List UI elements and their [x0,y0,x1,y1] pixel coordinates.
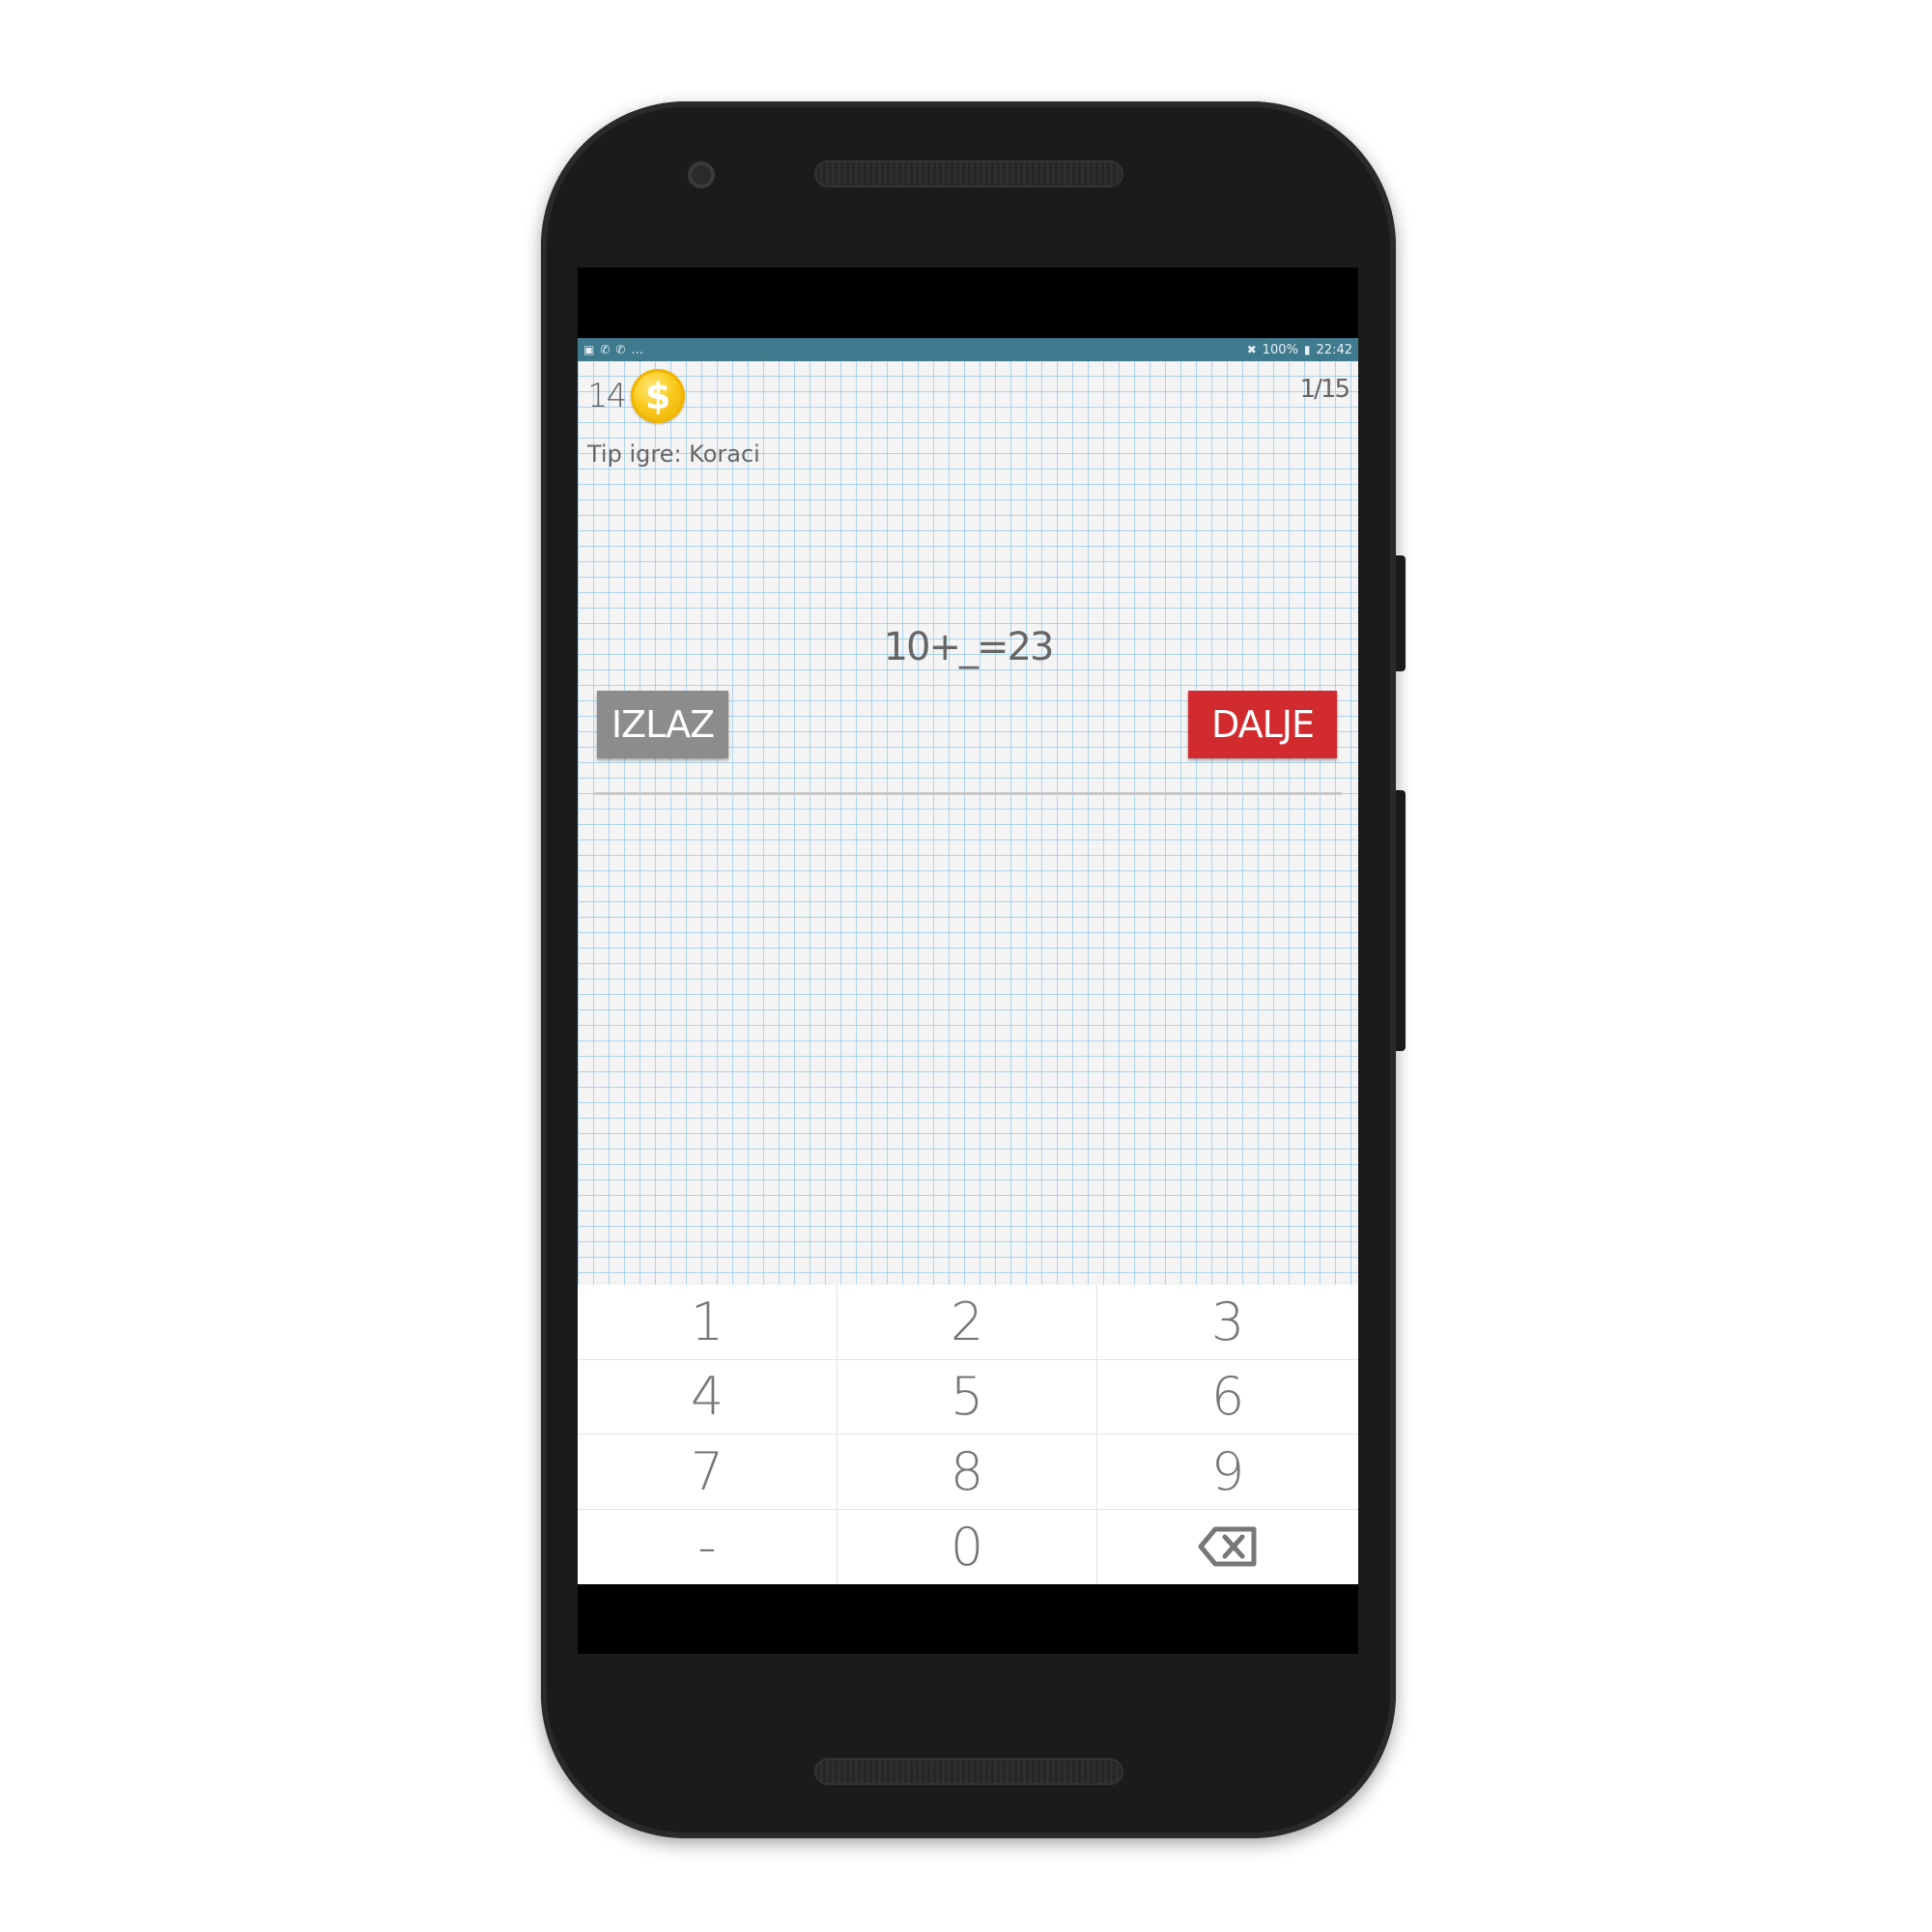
front-camera [688,161,715,188]
key-6[interactable]: 6 [1097,1360,1358,1435]
key-8[interactable]: 8 [838,1435,1097,1510]
coin-symbol: $ [645,375,671,417]
bottom-speaker [814,1758,1123,1785]
key-backspace[interactable] [1097,1510,1358,1585]
image-icon: ▣ [583,343,595,356]
coins-display: 14 $ [587,369,686,423]
coins-count: 14 [587,377,627,415]
battery-level: 100% [1262,342,1298,357]
question-progress: 1/15 [1299,375,1350,404]
exit-button[interactable]: IZLAZ [597,691,728,758]
mute-icon: ✖ [1246,343,1257,356]
key-7[interactable]: 7 [578,1435,838,1510]
equation: 10+_=23 [883,625,1055,669]
status-bar-system: ✖ 100% ▮ 22:42 [1247,343,1352,357]
key-1[interactable]: 1 [578,1285,838,1360]
game-type-label: Tip igre: Koraci [587,440,760,468]
screen: ▣ ✆ ✆ ... ✖ 100% ▮ 22:42 14 $ 1/15 Tip i… [578,268,1358,1654]
key-9[interactable]: 9 [1097,1435,1358,1510]
key-5[interactable]: 5 [838,1359,1097,1435]
key-2[interactable]: 2 [838,1285,1097,1360]
backspace-icon [1198,1526,1257,1567]
battery-icon: ▮ [1303,343,1311,356]
status-bar-notifications: ▣ ✆ ✆ ... [583,343,643,357]
power-button [1396,555,1406,671]
whatsapp-icon: ✆ [615,343,626,356]
status-bar: ▣ ✆ ✆ ... ✖ 100% ▮ 22:42 [578,338,1358,361]
key-3[interactable]: 3 [1097,1285,1358,1360]
coin-icon: $ [631,369,686,423]
next-button[interactable]: DALJE [1188,691,1337,758]
volume-button [1396,790,1406,1051]
clock: 22:42 [1316,342,1352,357]
key-4[interactable]: 4 [578,1359,838,1435]
top-speaker [814,160,1123,187]
game-area: 14 $ 1/15 Tip igre: Koraci 10+_=23 IZLAZ… [578,361,1358,1375]
answer-divider [594,792,1342,795]
whatsapp-icon: ✆ [600,343,611,356]
key-minus[interactable]: - [578,1509,838,1584]
number-keypad: 1 2 3 4 5 6 7 8 9 - 0 [578,1285,1358,1584]
overflow-indicator: ... [631,342,643,357]
key-0[interactable]: 0 [838,1509,1097,1584]
